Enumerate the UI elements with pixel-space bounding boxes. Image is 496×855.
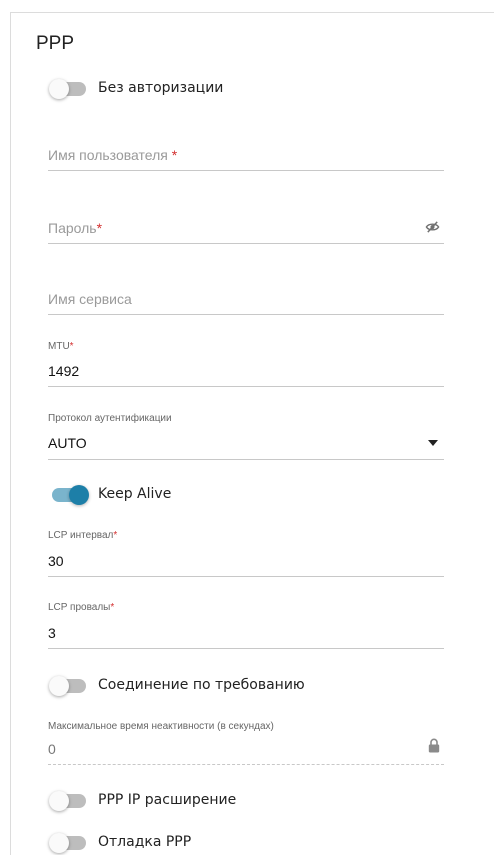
toggle-knob	[49, 79, 69, 99]
max-idle-input: 0	[48, 741, 56, 757]
service-name-placeholder: Имя сервиса	[48, 291, 132, 307]
no-auth-toggle[interactable]	[49, 79, 86, 99]
mtu-underline	[48, 386, 444, 387]
ppp-debug-label: Отладка PPP	[98, 834, 192, 850]
lcp-interval-label: LCP интервал*	[48, 530, 118, 541]
required-mark: *	[171, 147, 178, 163]
auth-protocol-select[interactable]: AUTO	[48, 435, 444, 455]
toggle-knob	[49, 676, 69, 696]
lcp-failures-label: LCP провалы*	[48, 602, 115, 613]
required-mark: *	[69, 341, 74, 352]
keep-alive-label: Keep Alive	[98, 486, 172, 502]
lcp-failures-underline	[48, 648, 444, 649]
lcp-interval-underline	[48, 576, 444, 577]
toggle-knob	[49, 833, 69, 853]
no-auth-label: Без авторизации	[98, 80, 224, 96]
eye-off-icon[interactable]	[425, 220, 440, 234]
mtu-input[interactable]: 1492	[48, 363, 79, 379]
username-underline	[48, 170, 444, 171]
max-idle-underline	[48, 764, 444, 765]
ppp-ip-extension-toggle[interactable]	[49, 791, 86, 811]
password-underline	[48, 243, 444, 244]
auth-protocol-value: AUTO	[48, 435, 87, 451]
auth-protocol-underline	[48, 459, 444, 460]
password-placeholder: Пароль*	[48, 220, 103, 236]
section-title: PPP	[36, 33, 75, 54]
on-demand-toggle[interactable]	[49, 676, 86, 696]
password-input[interactable]	[48, 210, 418, 246]
required-mark: *	[110, 602, 115, 613]
on-demand-label: Соединение по требованию	[98, 677, 305, 693]
mtu-label: MTU*	[48, 341, 74, 352]
required-mark: *	[96, 220, 103, 236]
max-idle-label: Максимальное время неактивности (в секун…	[48, 721, 274, 732]
lcp-interval-input[interactable]: 30	[48, 553, 64, 569]
toggle-knob	[49, 791, 69, 811]
username-placeholder: Имя пользователя *	[48, 147, 178, 163]
ppp-debug-toggle[interactable]	[49, 833, 86, 853]
lcp-failures-input[interactable]: 3	[48, 625, 56, 641]
ppp-ip-extension-label: PPP IP расширение	[98, 792, 237, 808]
keep-alive-toggle[interactable]	[52, 485, 89, 505]
service-name-underline	[48, 314, 444, 315]
toggle-knob	[69, 485, 89, 505]
auth-protocol-label: Протокол аутентификации	[48, 413, 172, 424]
caret-down-icon	[428, 440, 438, 446]
required-mark: *	[113, 530, 118, 541]
lock-icon	[428, 738, 440, 753]
